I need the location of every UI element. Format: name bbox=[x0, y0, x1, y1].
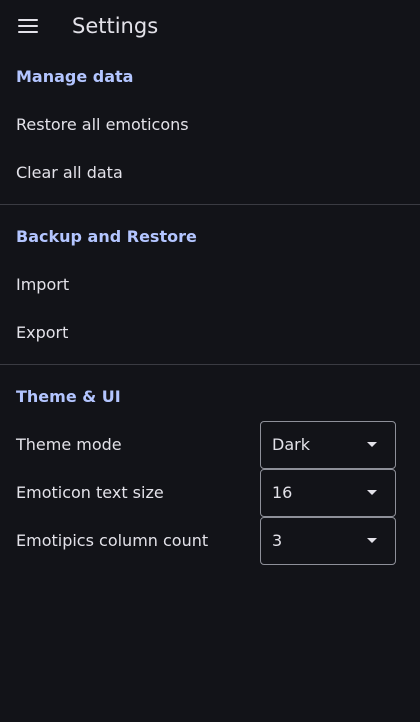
theme-mode-label: Theme mode bbox=[16, 435, 122, 454]
menu-icon-bar bbox=[18, 19, 38, 21]
app-bar: Settings bbox=[0, 0, 420, 52]
section-divider bbox=[0, 204, 420, 205]
section-header-manage-data: Manage data bbox=[16, 67, 134, 86]
emotipics-column-count-label: Emotipics column count bbox=[16, 531, 209, 550]
dropdown-value: 3 bbox=[272, 531, 283, 550]
theme-mode-dropdown[interactable]: Dark bbox=[260, 421, 396, 469]
item-label: Restore all emoticons bbox=[16, 115, 189, 134]
emoticon-text-size-dropdown[interactable]: 16 bbox=[260, 469, 396, 517]
emotipics-column-count-dropdown[interactable]: 3 bbox=[260, 517, 396, 565]
section-divider bbox=[0, 364, 420, 365]
item-label: Import bbox=[16, 275, 70, 294]
section-header-theme-ui: Theme & UI bbox=[16, 387, 121, 406]
menu-icon-bar bbox=[18, 31, 38, 33]
restore-all-emoticons-item[interactable]: Restore all emoticons bbox=[0, 101, 420, 149]
page-title: Settings bbox=[72, 14, 159, 38]
export-item[interactable]: Export bbox=[0, 309, 420, 357]
item-label: Clear all data bbox=[16, 163, 123, 182]
section-header-backup-restore: Backup and Restore bbox=[16, 227, 197, 246]
dropdown-value: 16 bbox=[272, 483, 293, 502]
item-label: Export bbox=[16, 323, 69, 342]
dropdown-arrow-icon bbox=[367, 442, 377, 447]
dropdown-value: Dark bbox=[272, 435, 310, 454]
menu-icon-bar bbox=[18, 25, 38, 27]
clear-all-data-item[interactable]: Clear all data bbox=[0, 149, 420, 197]
dropdown-arrow-icon bbox=[367, 538, 377, 543]
import-item[interactable]: Import bbox=[0, 261, 420, 309]
emoticon-text-size-label: Emoticon text size bbox=[16, 483, 164, 502]
dropdown-arrow-icon bbox=[367, 490, 377, 495]
menu-icon[interactable] bbox=[18, 18, 38, 34]
